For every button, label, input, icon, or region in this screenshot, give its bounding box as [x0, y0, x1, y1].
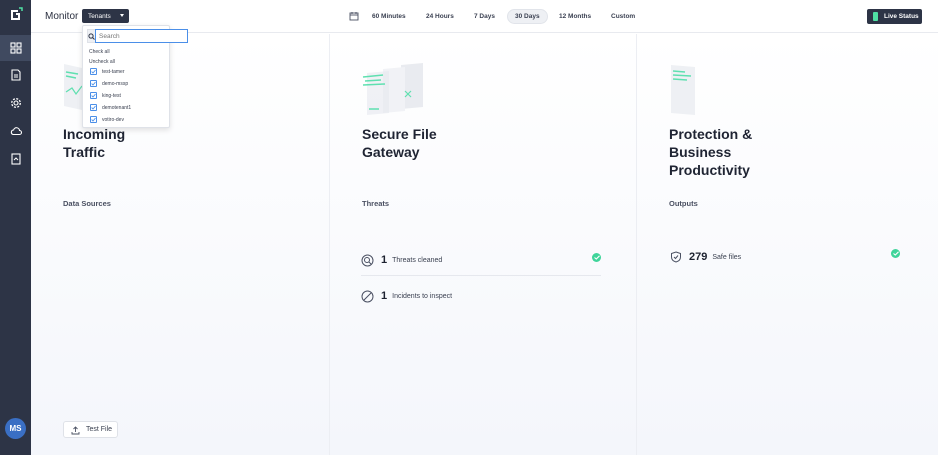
gateway-illustration-icon: [362, 63, 423, 115]
tenant-option[interactable]: test-tamer: [90, 67, 125, 76]
dashboard-icon: [9, 42, 22, 54]
threats-cleaned-label: Threats cleaned: [392, 256, 443, 264]
live-status-label: Live Status: [884, 13, 919, 20]
page-title: Monitor: [45, 11, 79, 22]
check-all-link[interactable]: Check all: [89, 49, 110, 55]
check-circle-icon: [592, 253, 601, 262]
tenant-option-label: votiro-dev: [102, 116, 124, 123]
blocked-icon: [361, 290, 374, 302]
book-icon: [10, 153, 21, 165]
logo-icon[interactable]: [8, 7, 23, 23]
incidents-row[interactable]: 1 Incidents to inspect: [361, 286, 601, 306]
cloud-icon: [10, 127, 22, 136]
range-custom[interactable]: Custom: [604, 9, 642, 24]
live-indicator-icon: [873, 12, 878, 21]
sidebar-item-dashboard[interactable]: [0, 35, 31, 61]
threat-scan-icon: [361, 254, 374, 266]
incidents-count: 1: [381, 290, 388, 302]
tenant-option-label: demo-mssp: [102, 80, 129, 87]
range-7-days[interactable]: 7 Days: [467, 9, 502, 24]
column-divider: [329, 34, 330, 455]
protection-productivity-title: Protection & Business Productivity: [669, 125, 752, 179]
threats-label: Threats: [362, 199, 390, 208]
document-icon: [10, 69, 21, 81]
tenants-button[interactable]: Tenants: [82, 9, 129, 23]
safe-files-row[interactable]: 279 Safe files: [670, 248, 741, 266]
checkbox-checked-icon: [90, 104, 97, 111]
avatar[interactable]: MS: [5, 418, 26, 439]
safe-files-label: Safe files: [712, 253, 742, 261]
tenant-option[interactable]: demo-mssp: [90, 79, 128, 88]
secure-file-gateway-title: Secure File Gateway: [362, 125, 437, 161]
title-line: Secure File: [362, 126, 437, 142]
title-line: Business: [669, 144, 732, 160]
threats-cleaned-count: 1: [381, 254, 388, 266]
tenant-option[interactable]: votiro-dev: [90, 115, 124, 124]
title-line: Traffic: [63, 144, 106, 160]
caret-down-icon: [119, 14, 124, 17]
range-12-months[interactable]: 12 Months: [552, 9, 598, 24]
sidebar: MS: [0, 0, 31, 455]
test-file-button[interactable]: Test File: [63, 421, 118, 438]
sidebar-item-settings[interactable]: [0, 90, 31, 116]
tenant-search-input[interactable]: [95, 29, 188, 43]
live-status-button[interactable]: Live Status: [867, 9, 922, 24]
range-60-minutes[interactable]: 60 Minutes: [365, 9, 413, 24]
data-sources-label: Data Sources: [63, 199, 111, 208]
gear-icon: [10, 98, 21, 108]
protection-illustration-icon: [671, 65, 695, 115]
uncheck-all-link[interactable]: Uncheck all: [89, 59, 115, 65]
search-icon: [87, 29, 95, 43]
checkbox-checked-icon: [90, 92, 97, 99]
range-30-days[interactable]: 30 Days: [507, 9, 548, 24]
incidents-label: Incidents to inspect: [392, 292, 453, 300]
tenant-option[interactable]: king-test: [90, 91, 121, 100]
title-line: Gateway: [362, 144, 420, 160]
threats-cleaned-row[interactable]: 1 Threats cleaned: [361, 250, 601, 270]
tenant-option[interactable]: demotenant1: [90, 103, 131, 112]
tenant-option-label: king-test: [102, 92, 121, 99]
range-24-hours[interactable]: 24 Hours: [419, 9, 461, 24]
tenant-option-label: demotenant1: [102, 104, 132, 111]
sidebar-item-cloud[interactable]: [0, 118, 31, 144]
sidebar-item-documents[interactable]: [0, 62, 31, 88]
tenants-dropdown: Check all Uncheck all test-tamer demo-ms…: [82, 25, 188, 128]
column-divider: [636, 34, 637, 455]
tenant-search: [87, 29, 188, 43]
checkbox-checked-icon: [90, 116, 97, 123]
checkbox-checked-icon: [90, 80, 97, 87]
check-circle-icon: [891, 249, 900, 258]
tenant-option-label: test-tamer: [102, 68, 125, 75]
calendar-icon[interactable]: [349, 11, 359, 21]
row-divider: [361, 275, 601, 276]
safe-files-count: 279: [689, 251, 708, 263]
tenants-label: Tenants: [88, 12, 111, 20]
title-line: Productivity: [669, 162, 750, 178]
checkbox-checked-icon: [90, 68, 97, 75]
sidebar-item-reports[interactable]: [0, 146, 31, 172]
shield-check-icon: [671, 251, 681, 263]
upload-icon: [71, 426, 80, 435]
incoming-traffic-title: Incoming Traffic: [63, 125, 125, 161]
outputs-label: Outputs: [669, 199, 698, 208]
test-file-label: Test File: [86, 426, 113, 433]
title-line: Protection &: [669, 126, 753, 142]
